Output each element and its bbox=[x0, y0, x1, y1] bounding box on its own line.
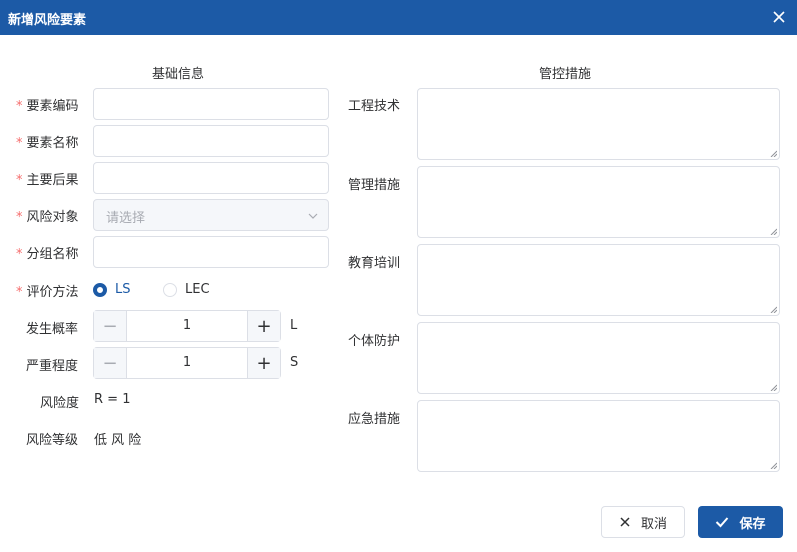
close-icon[interactable] bbox=[771, 9, 787, 25]
severity-increase-button[interactable]: + bbox=[247, 348, 280, 378]
dialog-title: 新增风险要素 bbox=[8, 13, 87, 28]
name-input[interactable] bbox=[93, 125, 329, 157]
radio-unchecked-icon bbox=[163, 282, 177, 297]
probability-value[interactable]: 1 bbox=[127, 311, 247, 341]
risk-level-label: 风险等级 bbox=[26, 433, 79, 448]
minus-icon: − bbox=[102, 315, 118, 337]
minus-icon: − bbox=[102, 352, 118, 374]
probability-unit: L bbox=[290, 318, 298, 333]
plus-icon: + bbox=[256, 315, 272, 337]
section-title-basic: 基础信息 bbox=[152, 67, 205, 82]
save-button[interactable]: 保存 bbox=[698, 506, 783, 538]
consequence-input[interactable] bbox=[93, 162, 329, 194]
required-mark: * bbox=[16, 247, 23, 262]
method-label: * 评价方法 bbox=[16, 285, 79, 300]
measure-emergency-label: 应急措施 bbox=[348, 412, 401, 427]
method-radio-lec[interactable]: LEC bbox=[163, 282, 210, 297]
required-mark: * bbox=[16, 285, 23, 300]
severity-label: 严重程度 bbox=[26, 359, 79, 374]
probability-decrease-button[interactable]: − bbox=[94, 311, 127, 341]
required-mark: * bbox=[16, 210, 23, 225]
risk-degree-label: 风险度 bbox=[40, 396, 80, 411]
object-select-placeholder: 请选择 bbox=[106, 211, 146, 226]
measure-engineering-label: 工程技术 bbox=[348, 99, 401, 114]
group-label: * 分组名称 bbox=[16, 247, 79, 262]
consequence-label: * 主要后果 bbox=[16, 173, 79, 188]
dialog-titlebar: 新增风险要素 bbox=[0, 0, 797, 35]
object-label: * 风险对象 bbox=[16, 210, 79, 225]
measure-protection-textarea[interactable] bbox=[417, 322, 780, 394]
probability-increase-button[interactable]: + bbox=[247, 311, 280, 341]
section-title-control: 管控措施 bbox=[539, 67, 592, 82]
measure-emergency-textarea[interactable] bbox=[417, 400, 780, 472]
required-mark: * bbox=[16, 173, 23, 188]
measure-protection-label: 个体防护 bbox=[348, 334, 401, 349]
resize-handle-icon[interactable] bbox=[769, 461, 777, 469]
required-mark: * bbox=[16, 99, 23, 114]
plus-icon: + bbox=[256, 352, 272, 374]
resize-handle-icon[interactable] bbox=[769, 227, 777, 235]
close-icon bbox=[620, 517, 630, 527]
code-label: * 要素编码 bbox=[16, 99, 79, 114]
measure-training-label: 教育培训 bbox=[348, 256, 401, 271]
measure-management-textarea[interactable] bbox=[417, 166, 780, 238]
probability-label: 发生概率 bbox=[26, 322, 79, 337]
cancel-button-label: 取消 bbox=[640, 516, 667, 532]
severity-stepper[interactable]: − 1 + bbox=[93, 347, 281, 379]
cancel-button[interactable]: 取消 bbox=[601, 506, 685, 538]
name-label: * 要素名称 bbox=[16, 136, 79, 151]
group-input[interactable] bbox=[93, 236, 329, 268]
add-risk-element-dialog: 新增风险要素 基础信息 管控措施 * 要素编码 * 要素名称 * 主要后果 * 风险对象… bbox=[0, 0, 797, 552]
risk-level-value: 低 风 险 bbox=[94, 433, 142, 448]
required-mark: * bbox=[16, 136, 23, 151]
save-button-label: 保存 bbox=[739, 516, 766, 532]
measure-training-textarea[interactable] bbox=[417, 244, 780, 316]
check-icon bbox=[716, 517, 729, 528]
radio-checked-icon bbox=[93, 282, 107, 297]
severity-unit: S bbox=[290, 355, 299, 370]
resize-handle-icon[interactable] bbox=[769, 305, 777, 313]
chevron-down-icon bbox=[308, 213, 318, 219]
probability-stepper[interactable]: − 1 + bbox=[93, 310, 281, 342]
resize-handle-icon[interactable] bbox=[769, 149, 777, 157]
object-select[interactable]: 请选择 bbox=[93, 199, 329, 231]
severity-value[interactable]: 1 bbox=[127, 348, 247, 378]
measure-management-label: 管理措施 bbox=[348, 178, 401, 193]
resize-handle-icon[interactable] bbox=[769, 383, 777, 391]
method-radio-ls[interactable]: LS bbox=[93, 282, 131, 297]
risk-degree-value: R = 1 bbox=[94, 392, 131, 407]
severity-decrease-button[interactable]: − bbox=[94, 348, 127, 378]
measure-engineering-textarea[interactable] bbox=[417, 88, 780, 160]
code-input[interactable] bbox=[93, 88, 329, 120]
